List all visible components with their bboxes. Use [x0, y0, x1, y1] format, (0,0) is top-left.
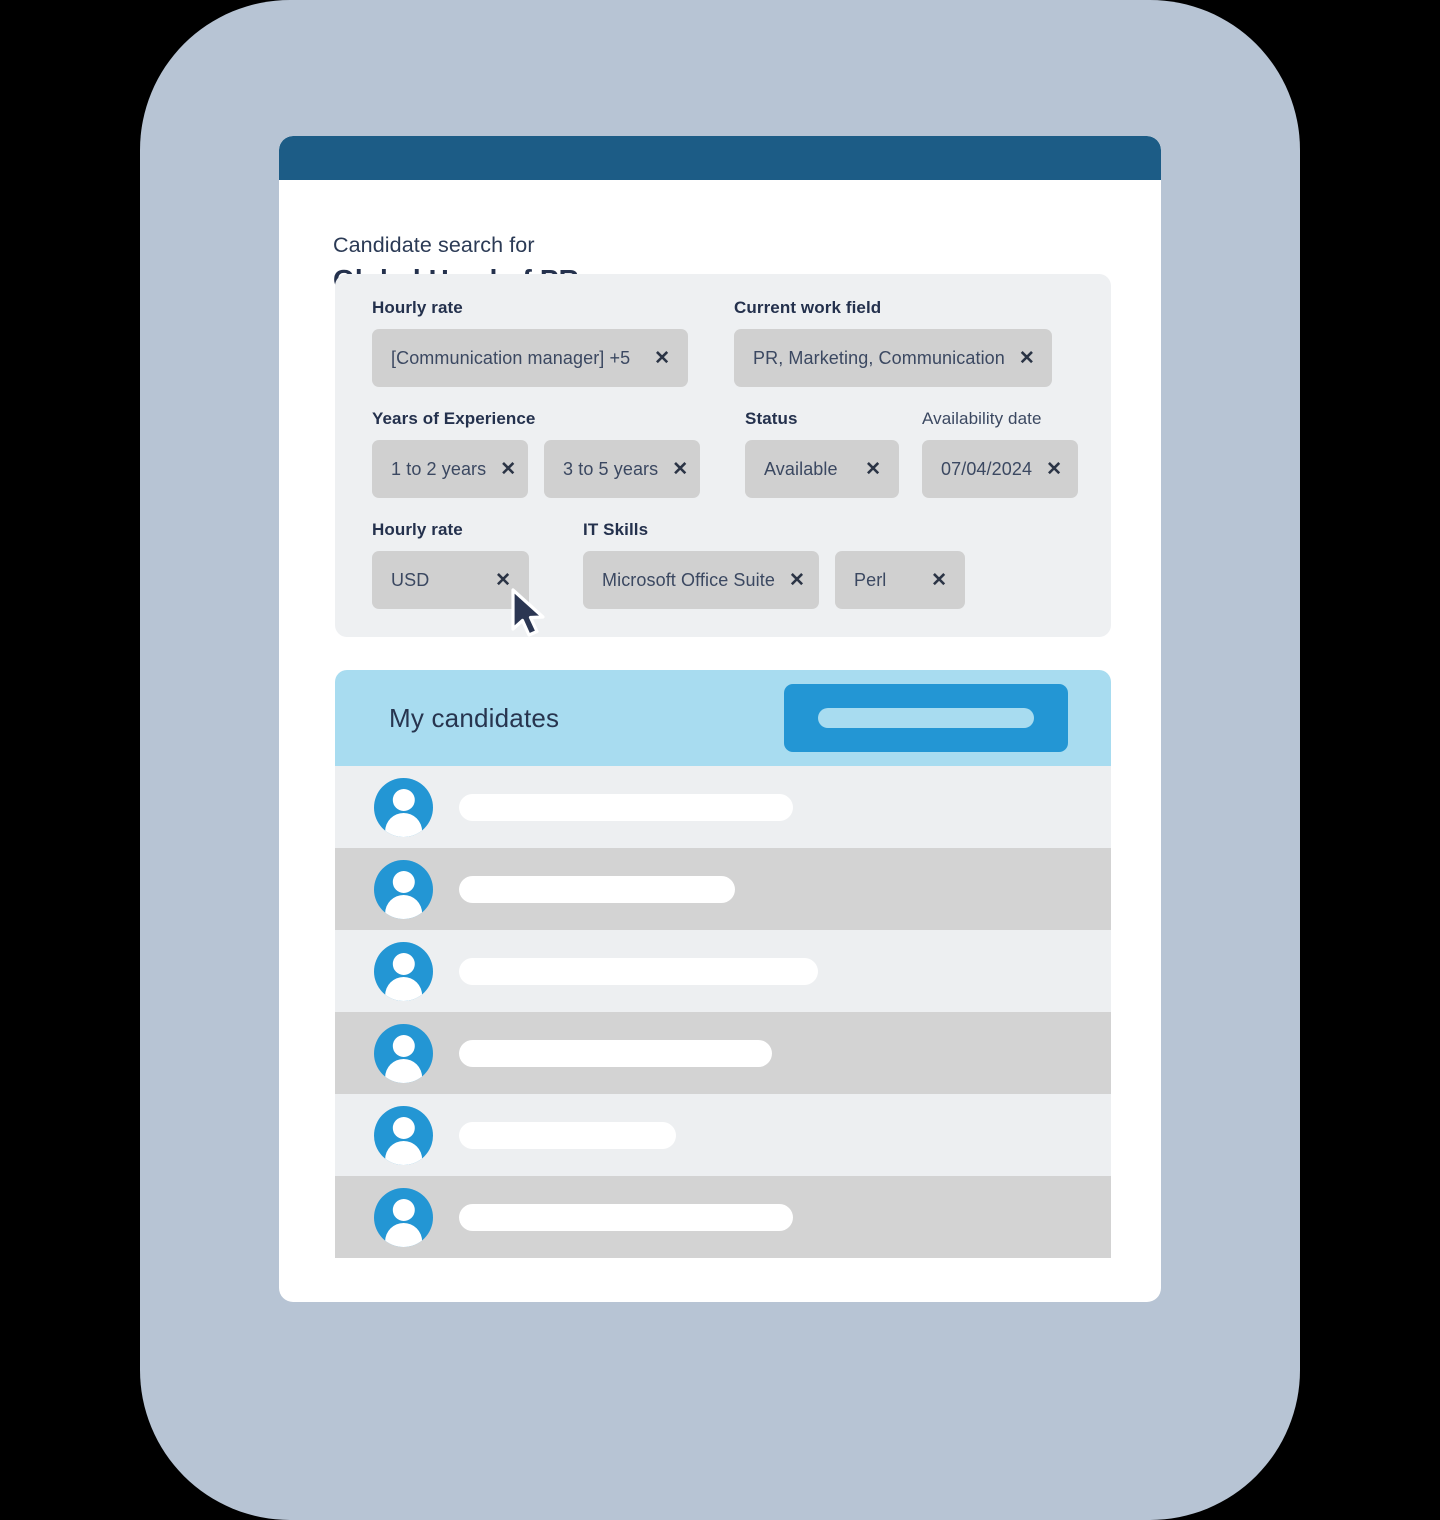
- filter-chip[interactable]: Microsoft Office Suite ✕: [583, 551, 819, 609]
- remove-chip-icon[interactable]: ✕: [672, 460, 688, 479]
- filter-chip-list: [Communication manager] +5 ✕: [372, 329, 688, 387]
- filter-label: IT Skills: [583, 520, 649, 539]
- filter-chip-list: Available ✕: [745, 440, 899, 498]
- filter-chip-list: PR, Marketing, Communication ✕: [734, 329, 1052, 387]
- filter-label: Status: [745, 409, 798, 428]
- candidates-header: My candidates: [335, 670, 1111, 766]
- filter-chip-label: PR, Marketing, Communication: [753, 347, 1005, 368]
- remove-chip-icon[interactable]: ✕: [500, 460, 516, 479]
- candidates-list: [335, 766, 1111, 1258]
- remove-chip-icon[interactable]: ✕: [931, 571, 947, 590]
- filter-group: Years of Experience 1 to 2 years ✕ 3 to 5 y…: [372, 409, 700, 498]
- button-skeleton-bar: [818, 708, 1034, 728]
- candidate-row[interactable]: [335, 848, 1111, 930]
- filter-group: IT Skills Microsoft Office Suite ✕ Perl ✕: [583, 520, 965, 609]
- filter-chip[interactable]: [Communication manager] +5 ✕: [372, 329, 688, 387]
- filter-chip-list: 07/04/2024 ✕: [922, 440, 1078, 498]
- filter-chip[interactable]: 3 to 5 years ✕: [544, 440, 700, 498]
- remove-chip-icon[interactable]: ✕: [495, 571, 511, 590]
- candidate-row[interactable]: [335, 930, 1111, 1012]
- user-avatar-icon: [374, 859, 433, 919]
- remove-chip-icon[interactable]: ✕: [789, 571, 805, 590]
- user-avatar-icon: [374, 1187, 433, 1247]
- filter-label: Hourly rate: [372, 520, 463, 539]
- user-avatar-icon: [374, 1023, 433, 1083]
- remove-chip-icon[interactable]: ✕: [865, 460, 881, 479]
- filter-row: Years of Experience 1 to 2 years ✕ 3 to 5 y…: [335, 409, 1111, 498]
- remove-chip-icon[interactable]: ✕: [1019, 349, 1035, 368]
- filter-chip-label: [Communication manager] +5: [391, 347, 631, 368]
- filter-label: Years of Experience: [372, 409, 536, 428]
- app-window: Candidate search for Global Head of PR H…: [279, 136, 1161, 1302]
- filter-chip[interactable]: PR, Marketing, Communication ✕: [734, 329, 1052, 387]
- filter-label: Current work field: [734, 298, 882, 317]
- filter-label: Hourly rate: [372, 298, 463, 317]
- filter-group: Status Available ✕: [745, 409, 899, 498]
- candidate-name-skeleton: [459, 793, 793, 821]
- candidate-name-skeleton: [459, 875, 735, 903]
- filter-chip-list: USD ✕: [372, 551, 529, 609]
- candidate-name-skeleton: [459, 1121, 676, 1149]
- filter-chip-list: Microsoft Office Suite ✕ Perl ✕: [583, 551, 965, 609]
- filter-chip[interactable]: 07/04/2024 ✕: [922, 440, 1078, 498]
- filter-chip-label: Perl: [854, 569, 887, 590]
- filter-panel: Hourly rate [Communication manager] +5 ✕ Cu…: [335, 274, 1111, 637]
- filter-group: Hourly rate [Communication manager] +5 ✕: [372, 298, 688, 387]
- filter-chip-label: 07/04/2024: [941, 458, 1033, 479]
- filter-group: Current work field PR, Marketing, Communi…: [734, 298, 1052, 387]
- user-avatar-icon: [374, 1105, 433, 1165]
- filter-row: Hourly rate USD ✕ IT Skills Microsoft Office…: [335, 520, 1111, 609]
- candidate-name-skeleton: [459, 1039, 772, 1067]
- candidate-row[interactable]: [335, 1012, 1111, 1094]
- filter-chip[interactable]: 1 to 2 years ✕: [372, 440, 528, 498]
- user-avatar-icon: [374, 777, 433, 837]
- remove-chip-icon[interactable]: ✕: [1046, 460, 1062, 479]
- remove-chip-icon[interactable]: ✕: [654, 349, 670, 368]
- filter-chip-label: 1 to 2 years: [391, 458, 487, 479]
- filter-label: Availability date: [922, 409, 1042, 428]
- primary-action-button[interactable]: [784, 684, 1068, 752]
- filter-chip-label: Microsoft Office Suite: [602, 569, 775, 590]
- filter-chip-label: 3 to 5 years: [563, 458, 659, 479]
- candidates-title: My candidates: [389, 702, 560, 733]
- candidates-panel: My candidates: [335, 670, 1111, 1258]
- user-avatar-icon: [374, 941, 433, 1001]
- candidate-row[interactable]: [335, 1176, 1111, 1258]
- window-titlebar: [279, 136, 1161, 180]
- filter-chip-list: 1 to 2 years ✕ 3 to 5 years ✕: [372, 440, 700, 498]
- filter-group: Hourly rate USD ✕: [372, 520, 529, 609]
- filter-chip[interactable]: Available ✕: [745, 440, 899, 498]
- filter-group: Availability date 07/04/2024 ✕: [922, 409, 1078, 498]
- filter-chip[interactable]: Perl ✕: [835, 551, 965, 609]
- candidate-name-skeleton: [459, 1203, 793, 1231]
- filter-row: Hourly rate [Communication manager] +5 ✕ Cu…: [335, 298, 1111, 387]
- filter-chip-label: Available: [764, 458, 838, 479]
- heading-eyebrow: Candidate search for: [333, 233, 535, 257]
- filter-chip-label: USD: [391, 569, 430, 590]
- filter-chip[interactable]: USD ✕: [372, 551, 529, 609]
- candidate-name-skeleton: [459, 957, 818, 985]
- candidate-row[interactable]: [335, 1094, 1111, 1176]
- candidate-row[interactable]: [335, 766, 1111, 848]
